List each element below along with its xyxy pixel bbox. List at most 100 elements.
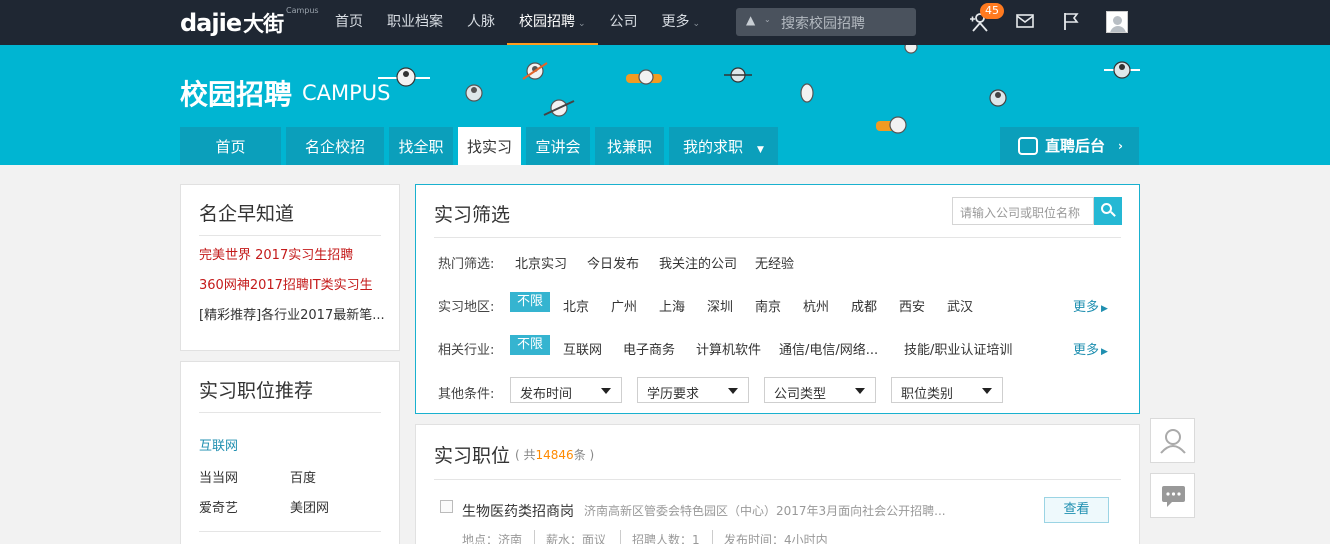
banner-title: 校园招聘 [180, 78, 293, 111]
industry-option-unlimited[interactable]: 不限 [510, 335, 550, 355]
camera-icon [1018, 137, 1038, 155]
area-option[interactable]: 武汉 [947, 296, 973, 315]
hot-filter-option[interactable]: 北京实习 [515, 253, 567, 272]
tab-seminar[interactable]: 宣讲会 [526, 127, 590, 165]
tab-internship[interactable]: 找实习 [458, 127, 521, 165]
internship-jobs-panel: 实习职位 ( 共14846条 ) 生物医药类招商岗 济南高新区管委会特色园区（中… [415, 424, 1140, 544]
caret-down-icon [855, 388, 865, 394]
flag-icon[interactable] [1061, 11, 1081, 37]
campus-banner: 校园招聘 CAMPUS 首页 名企校招 找全职 找实习 宣讲会 找兼职 我的求职… [0, 45, 1330, 165]
job-location: 地点：济南 [462, 533, 523, 544]
chat-button[interactable] [1150, 473, 1195, 518]
filter-title: 实习筛选 [434, 204, 511, 226]
industry-option[interactable]: 计算机软件 [696, 339, 761, 358]
internship-filter-panel: 实习筛选 请输入公司或职位名称 热门筛选: 北京实习 今日发布 我关注的公司 无… [415, 184, 1140, 414]
filter-search-input[interactable]: 请输入公司或职位名称 [952, 197, 1094, 225]
top-bar: dajie大街 Campus 首页 职业档案 人脉 校园招聘 ⌄ 公司 更多 ⌄ ▲… [0, 0, 1330, 45]
category-internet[interactable]: 互联网 [199, 435, 238, 454]
news-link[interactable]: 360网神2017招聘IT类实习生 [199, 274, 373, 293]
area-option[interactable]: 杭州 [803, 296, 829, 315]
industry-option[interactable]: 电子商务 [623, 339, 675, 358]
news-link[interactable]: [精彩推荐]各行业2017最新笔... [199, 304, 385, 323]
tab-my-jobs[interactable]: 我的求职 ▼ [669, 127, 778, 165]
industry-option[interactable]: 互联网 [563, 339, 602, 358]
job-title-link[interactable]: 生物医药类招商岗 [462, 501, 574, 521]
user-avatar[interactable] [1106, 11, 1128, 33]
top-nav-career[interactable]: 职业档案 [375, 0, 455, 45]
jobs-count-suffix: 条 ) [573, 448, 595, 462]
industry-more-label: 更多 [1073, 343, 1100, 358]
area-option[interactable]: 深圳 [707, 296, 733, 315]
tab-famous-campus[interactable]: 名企校招 [286, 127, 384, 165]
area-option-unlimited[interactable]: 不限 [510, 292, 550, 312]
top-nav-more[interactable]: 更多 ⌄ [650, 0, 713, 45]
airplane-figure-icon [378, 67, 430, 87]
jobs-count: ( 共14846条 ) [515, 446, 594, 463]
top-nav-home[interactable]: 首页 [323, 0, 375, 45]
divider [199, 412, 381, 413]
tab-fulltime[interactable]: 找全职 [389, 127, 453, 165]
jobs-count-number: 14846 [535, 448, 574, 462]
company-link[interactable]: 美团网 [290, 497, 329, 516]
feedback-user-button[interactable] [1150, 418, 1195, 463]
hire-backend-button[interactable]: 直聘后台 › [1000, 127, 1139, 165]
divider [434, 479, 1121, 480]
area-more-link[interactable]: 更多 ▶ [1073, 296, 1108, 315]
area-filter-label: 实习地区: [438, 300, 495, 315]
divider [712, 530, 713, 544]
top-nav-campus[interactable]: 校园招聘 ⌄ [507, 0, 598, 45]
search-button[interactable] [1094, 197, 1122, 225]
other-filter-label: 其他条件: [438, 387, 495, 402]
graduation-cap-icon[interactable]: ▲ [746, 13, 755, 27]
hot-filter-option[interactable]: 我关注的公司 [659, 253, 737, 272]
divider [434, 237, 1121, 238]
education-dropdown[interactable]: 学历要求 [637, 377, 749, 403]
site-logo[interactable]: dajie大街 [180, 8, 284, 38]
job-publish-time: 发布时间：4小时内 [724, 533, 828, 544]
divider [199, 235, 381, 236]
area-more-label: 更多 [1073, 300, 1100, 315]
top-nav-company[interactable]: 公司 [598, 0, 650, 45]
chevron-right-icon: › [1118, 139, 1123, 153]
tab-parttime[interactable]: 找兼职 [595, 127, 664, 165]
industry-option[interactable]: 技能/职业认证培训 [904, 339, 1012, 358]
chevron-down-icon: ⌄ [764, 15, 771, 24]
area-option[interactable]: 成都 [851, 296, 877, 315]
company-link[interactable]: 爱奇艺 [199, 497, 238, 516]
job-headcount: 招聘人数：1 [632, 533, 700, 544]
area-option[interactable]: 西安 [899, 296, 925, 315]
job-category-dropdown[interactable]: 职位类别 [891, 377, 1003, 403]
logo-text: dajie [180, 9, 242, 37]
logo-sub: Campus [286, 6, 319, 15]
jobs-title: 实习职位 [434, 445, 511, 467]
area-option[interactable]: 上海 [659, 296, 685, 315]
area-option[interactable]: 北京 [563, 296, 589, 315]
hot-filter-option[interactable]: 无经验 [755, 253, 794, 272]
company-type-dropdown[interactable]: 公司类型 [764, 377, 876, 403]
caret-down-icon: ▼ [757, 145, 764, 155]
dropdown-label: 发布时间 [520, 387, 573, 402]
hot-filter-option[interactable]: 今日发布 [587, 253, 639, 272]
job-company-link[interactable]: 济南高新区管委会特色园区（中心）2017年3月面向社会公开招聘... [584, 502, 946, 519]
top-nav-network[interactable]: 人脉 [455, 0, 507, 45]
top-search-input[interactable]: ▲ ⌄ 搜索校园招聘 [736, 8, 916, 36]
news-link[interactable]: 完美世界 2017实习生招聘 [199, 244, 353, 263]
industry-option[interactable]: 通信/电信/网络... [779, 339, 878, 358]
mail-icon[interactable] [1015, 11, 1035, 37]
company-link[interactable]: 当当网 [199, 467, 238, 486]
flying-figure-icon [465, 84, 483, 102]
caret-down-icon [601, 388, 611, 394]
tab-home[interactable]: 首页 [180, 127, 281, 165]
area-option[interactable]: 南京 [755, 296, 781, 315]
view-job-button[interactable]: 查看 [1044, 497, 1109, 523]
flying-figure-icon [989, 89, 1007, 107]
company-link[interactable]: 百度 [290, 467, 316, 486]
flying-figure-icon [904, 45, 918, 54]
news-panel-title: 名企早知道 [199, 203, 295, 225]
industry-more-link[interactable]: 更多 ▶ [1073, 339, 1108, 358]
area-option[interactable]: 广州 [611, 296, 637, 315]
publish-time-dropdown[interactable]: 发布时间 [510, 377, 622, 403]
search-icon-handle [1110, 211, 1116, 217]
job-checkbox[interactable] [440, 500, 453, 513]
rocket-figure-icon [876, 116, 907, 134]
